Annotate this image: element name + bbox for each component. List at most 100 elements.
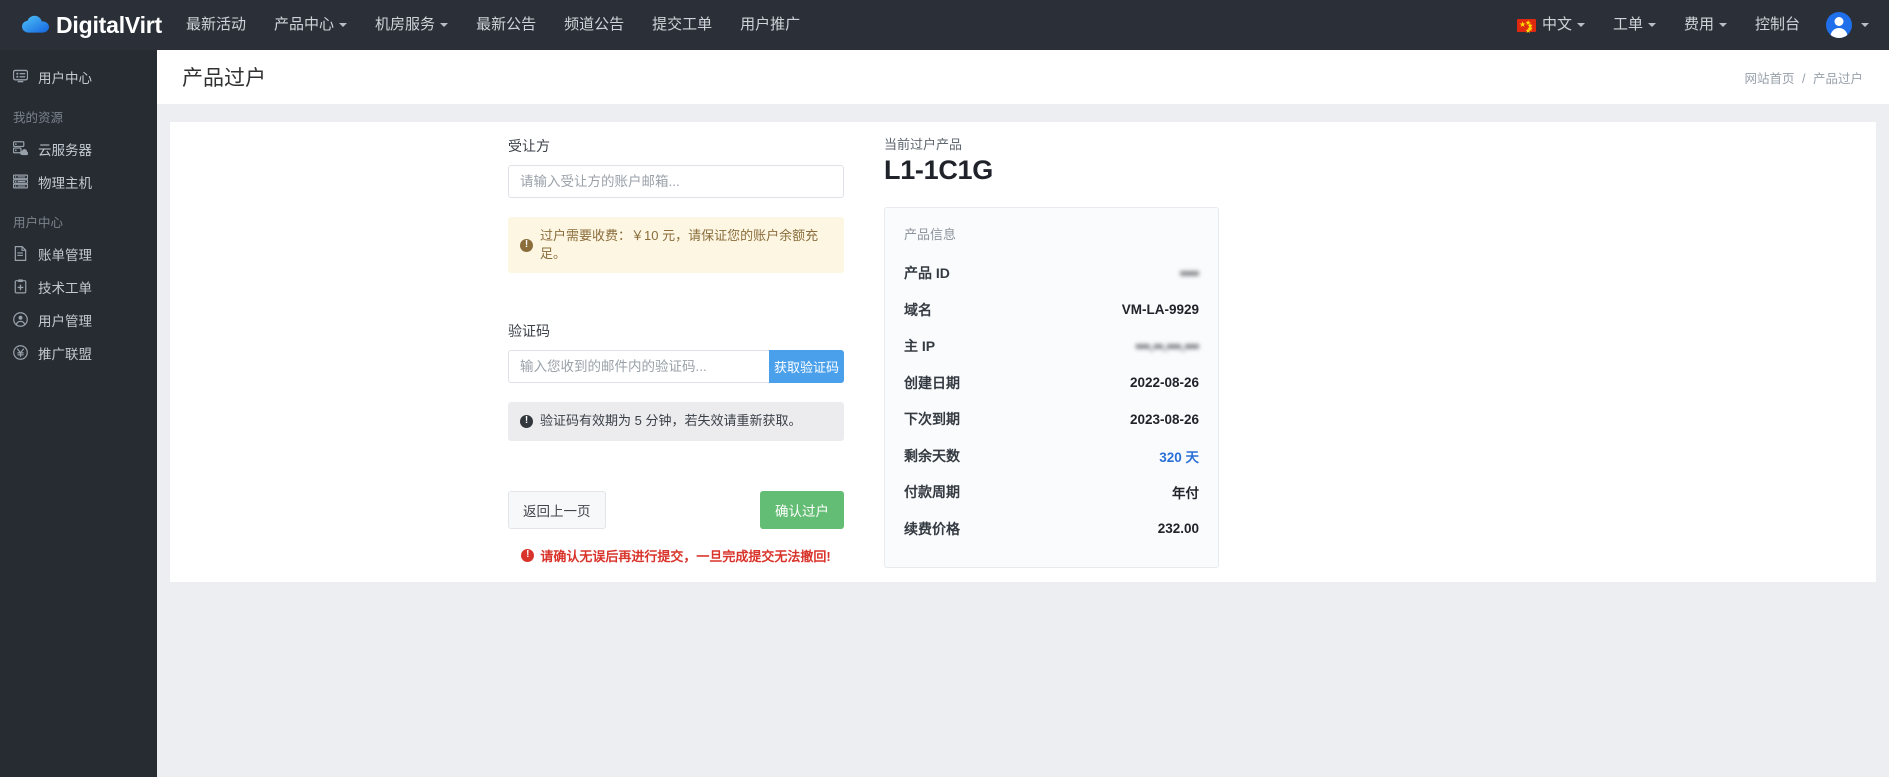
sidebar-item-user-center[interactable]: 用户中心 (0, 60, 157, 93)
chevron-down-icon (1576, 23, 1585, 28)
table-row: 产品 ID •••• (904, 255, 1199, 292)
sidebar-item-label: 推广联盟 (38, 346, 92, 362)
main-content: 产品过户 网站首页 / 产品过户 受让方 ! 过户需要收费：￥10 元，请保证您… (157, 50, 1889, 777)
danger-note: ! 请确认无误后再进行提交，一旦完成提交无法撤回! (508, 546, 844, 565)
row-value: 320 天 (1159, 449, 1199, 465)
row-value: 年付 (1172, 486, 1199, 502)
breadcrumb: 网站首页 / 产品过户 (1745, 68, 1863, 87)
row-value: 2022-08-26 (1129, 375, 1199, 391)
yen-circle-icon (13, 345, 28, 360)
breadcrumb-current: 产品过户 (1812, 71, 1863, 86)
sidebar-item-label: 用户管理 (38, 313, 92, 329)
row-key: 付款周期 (904, 484, 960, 501)
nav-item-4[interactable]: 频道公告 (550, 0, 638, 50)
nav-label: 机房服务 (375, 16, 436, 33)
sidebar-item-billing[interactable]: 账单管理 (0, 237, 157, 270)
sidebar-group-user-center: 用户中心 (0, 198, 157, 237)
captcha-info-text: 验证码有效期为 5 分钟，若失效请重新获取。 (540, 413, 802, 429)
captcha-input-group: 获取验证码 (508, 350, 844, 384)
captcha-input[interactable] (508, 350, 769, 384)
product-panel: 当前过户产品 L1-1C1G 产品信息 产品 ID •••• 域名 VM-LA-… (884, 134, 1219, 568)
row-key: 剩余天数 (904, 447, 960, 464)
captcha-label: 验证码 (508, 323, 550, 340)
sidebar-item-user-management[interactable]: 用户管理 (0, 303, 157, 336)
row-key: 下次到期 (904, 411, 960, 428)
server-rack-icon (13, 174, 28, 189)
nav-item-6[interactable]: 用户推广 (726, 0, 814, 50)
billing-label: 费用 (1683, 16, 1714, 33)
clipboard-plus-icon (13, 279, 28, 294)
user-menu[interactable] (1814, 12, 1875, 38)
tickets-label: 工单 (1612, 16, 1643, 33)
brand-logo[interactable]: DigitalVirt (0, 12, 172, 39)
row-key: 产品 ID (904, 265, 950, 282)
nav-label: 最新活动 (186, 16, 247, 33)
sidebar-item-dedicated-server[interactable]: 物理主机 (0, 165, 157, 198)
exclamation-icon: ! (520, 414, 533, 428)
transfer-card: 受让方 ! 过户需要收费：￥10 元，请保证您的账户余额充足。 验证码 获取验证… (170, 122, 1876, 582)
form-actions: 返回上一页 确认过户 (508, 490, 844, 529)
product-kicker: 当前过户产品 (884, 137, 963, 152)
top-navbar: DigitalVirt 最新活动 产品中心 机房服务 最新公告 频道公告 提交工… (0, 0, 1889, 50)
sidebar-item-label: 技术工单 (38, 280, 92, 296)
nav-links: 最新活动 产品中心 机房服务 最新公告 频道公告 提交工单 用户推广 (172, 0, 814, 50)
sidebar-group-my-resources: 我的资源 (0, 93, 157, 132)
nav-right-group: ★ ★ ★ ★ ★ 中文 工单 费用 控制台 (1503, 0, 1889, 50)
row-key: 主 IP (904, 338, 936, 355)
transfer-form: 受让方 ! 过户需要收费：￥10 元，请保证您的账户余额充足。 验证码 获取验证… (508, 136, 844, 565)
language-selector[interactable]: ★ ★ ★ ★ ★ 中文 (1503, 0, 1599, 50)
exclamation-icon: ! (521, 548, 535, 562)
sidebar-item-cloud-server[interactable]: 云服务器 (0, 132, 157, 165)
row-key: 域名 (904, 301, 932, 318)
table-row: 剩余天数 320 天 (904, 438, 1199, 475)
console-link[interactable]: 控制台 (1741, 0, 1814, 50)
user-circle-icon (13, 312, 28, 327)
display-icon (13, 69, 28, 84)
table-row: 域名 VM-LA-9929 (904, 292, 1199, 329)
nav-item-5[interactable]: 提交工单 (638, 0, 726, 50)
nav-item-2[interactable]: 机房服务 (361, 0, 462, 50)
page-header: 产品过户 网站首页 / 产品过户 (157, 50, 1889, 104)
table-row: 付款周期 年付 (904, 474, 1199, 511)
table-row: 主 IP •••.••.•••.••• (904, 328, 1199, 365)
row-value: •••.••.•••.••• (1135, 338, 1199, 354)
breadcrumb-home[interactable]: 网站首页 (1745, 72, 1795, 86)
billing-menu[interactable]: 费用 (1670, 0, 1741, 50)
avatar (1826, 12, 1852, 38)
sidebar-item-label: 账单管理 (38, 247, 92, 263)
row-value: VM-LA-9929 (1121, 302, 1199, 318)
sidebar-item-label: 云服务器 (38, 142, 92, 158)
nav-item-0[interactable]: 最新活动 (172, 0, 260, 50)
chevron-down-icon (1647, 23, 1656, 28)
nav-label: 用户推广 (740, 16, 801, 33)
sidebar-item-label: 用户中心 (38, 70, 92, 86)
nav-item-1[interactable]: 产品中心 (260, 0, 361, 50)
table-row: 创建日期 2022-08-26 (904, 365, 1199, 402)
confirm-transfer-button[interactable]: 确认过户 (760, 490, 844, 529)
exclamation-icon: ! (520, 238, 533, 252)
row-key: 创建日期 (904, 374, 960, 391)
sidebar-group-label: 用户中心 (13, 216, 64, 230)
breadcrumb-separator: / (1802, 71, 1806, 86)
recipient-input[interactable] (508, 165, 844, 198)
console-label: 控制台 (1754, 16, 1800, 33)
nav-item-3[interactable]: 最新公告 (462, 0, 550, 50)
sidebar-item-tickets[interactable]: 技术工单 (0, 270, 157, 303)
nav-label: 最新公告 (476, 16, 537, 33)
get-code-button[interactable]: 获取验证码 (769, 350, 844, 384)
nav-label: 产品中心 (274, 16, 335, 33)
sidebar-item-affiliate[interactable]: 推广联盟 (0, 336, 157, 369)
table-row: 续费价格 232.00 (904, 511, 1199, 548)
row-key: 续费价格 (904, 520, 960, 537)
tickets-menu[interactable]: 工单 (1599, 0, 1670, 50)
sidebar-group-label: 我的资源 (13, 111, 64, 125)
sidebar-item-label: 物理主机 (38, 175, 92, 191)
brand-name: DigitalVirt (56, 11, 163, 38)
fee-alert: ! 过户需要收费：￥10 元，请保证您的账户余额充足。 (508, 217, 844, 274)
recipient-label: 受让方 (508, 138, 550, 154)
nav-label: 频道公告 (564, 16, 625, 33)
chevron-down-icon (1861, 23, 1869, 27)
nav-label: 提交工单 (652, 16, 713, 33)
product-info-box: 产品信息 产品 ID •••• 域名 VM-LA-9929 主 IP •••.•… (884, 207, 1219, 568)
back-button[interactable]: 返回上一页 (508, 490, 606, 529)
